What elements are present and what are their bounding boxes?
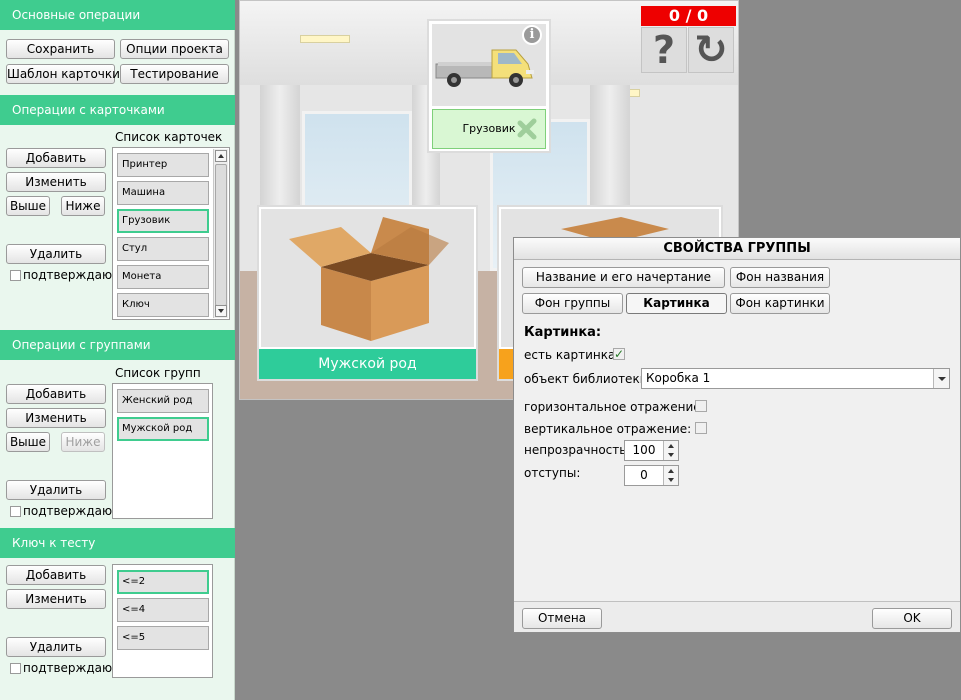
- group-edit-button[interactable]: Изменить: [6, 408, 106, 428]
- group-card-masculine[interactable]: Мужской род: [257, 205, 478, 381]
- margins-stepper[interactable]: 0: [624, 465, 679, 486]
- card-delete-button[interactable]: Удалить: [6, 244, 106, 264]
- card-ops-header: Операции с карточками: [0, 95, 235, 125]
- library-label: объект библиотеки:: [524, 372, 652, 386]
- group-delete-button[interactable]: Удалить: [6, 480, 106, 500]
- main-ops-header: Основные операции: [0, 0, 235, 30]
- vflip-label: вертикальное отражение:: [524, 422, 692, 436]
- library-value: Коробка 1: [646, 371, 711, 385]
- list-item[interactable]: Монета: [117, 265, 209, 289]
- dialog-title: СВОЙСТВА ГРУППЫ: [514, 238, 960, 260]
- section-title: Картинка:: [524, 325, 602, 340]
- list-item-selected[interactable]: Грузовик: [117, 209, 209, 233]
- card-caption-box: Грузовик: [432, 109, 546, 149]
- group-confirm-checkbox[interactable]: [10, 506, 21, 517]
- group-confirm-label: подтверждаю: [23, 504, 113, 518]
- chevron-down-icon[interactable]: [933, 369, 949, 388]
- ceiling-lamp: [300, 35, 350, 43]
- card-list[interactable]: Принтер Машина Грузовик Стул Монета Ключ: [112, 147, 230, 320]
- has-picture-label: есть картинка:: [524, 348, 620, 362]
- key-list[interactable]: <=2 <=4 <=5: [112, 564, 213, 678]
- library-select[interactable]: Коробка 1: [641, 368, 950, 389]
- tab-name-bg[interactable]: Фон названия: [730, 267, 830, 288]
- card-confirm-checkbox[interactable]: [10, 270, 21, 281]
- group-properties-dialog: СВОЙСТВА ГРУППЫ Название и его начертани…: [513, 237, 961, 633]
- card-up-button[interactable]: Выше: [6, 196, 50, 216]
- opacity-stepper[interactable]: 100: [624, 440, 679, 461]
- scroll-up-icon[interactable]: [215, 150, 227, 162]
- card-template-button[interactable]: Шаблон карточки: [6, 64, 120, 84]
- key-add-button[interactable]: Добавить: [6, 565, 106, 585]
- cross-mark-icon: [517, 118, 539, 140]
- margins-label: отступы:: [524, 466, 581, 480]
- group-caption: Мужской род: [259, 349, 476, 379]
- card-confirm-label: подтверждаю: [23, 268, 113, 282]
- opacity-label: непрозрачность:: [524, 443, 631, 457]
- card-edit-button[interactable]: Изменить: [6, 172, 106, 192]
- key-delete-button[interactable]: Удалить: [6, 637, 106, 657]
- group-up-button[interactable]: Выше: [6, 432, 50, 452]
- group-image: [261, 209, 474, 347]
- box-icon: [289, 217, 449, 341]
- card-truck[interactable]: i Грузовик: [427, 19, 551, 153]
- key-confirm-checkbox[interactable]: [10, 663, 21, 674]
- key-ops-header: Ключ к тесту: [0, 528, 235, 558]
- list-item[interactable]: Принтер: [117, 153, 209, 177]
- info-icon[interactable]: i: [522, 25, 542, 45]
- list-item[interactable]: Женский род: [117, 389, 209, 413]
- list-item[interactable]: Стул: [117, 237, 209, 261]
- group-list-title: Список групп: [115, 366, 201, 380]
- dialog-footer: Отмена OK: [514, 601, 960, 632]
- stepper-arrows-icon[interactable]: [663, 466, 678, 485]
- key-edit-button[interactable]: Изменить: [6, 589, 106, 609]
- left-panel: Основные операции Сохранить Опции проект…: [0, 0, 235, 700]
- hflip-label: горизонтальное отражение:: [524, 400, 705, 414]
- scroll-down-icon[interactable]: [215, 305, 227, 317]
- vflip-checkbox[interactable]: [695, 422, 707, 434]
- card-add-button[interactable]: Добавить: [6, 148, 106, 168]
- card-list-title: Список карточек: [115, 130, 223, 144]
- project-options-button[interactable]: Опции проекта: [120, 39, 229, 59]
- list-item[interactable]: Ключ: [117, 293, 209, 317]
- list-item[interactable]: <=4: [117, 598, 209, 622]
- group-list[interactable]: Женский род Мужской род: [112, 383, 213, 519]
- list-item[interactable]: Машина: [117, 181, 209, 205]
- hflip-checkbox[interactable]: [695, 400, 707, 412]
- list-item-selected[interactable]: <=2: [117, 570, 209, 594]
- score-display: 0 / 0: [641, 6, 736, 26]
- list-item-selected[interactable]: Мужской род: [117, 417, 209, 441]
- ok-button[interactable]: OK: [872, 608, 952, 629]
- tab-picture[interactable]: Картинка: [626, 293, 727, 314]
- card-down-button[interactable]: Ниже: [61, 196, 105, 216]
- opacity-value: 100: [632, 443, 656, 457]
- group-ops-header: Операции с группами: [0, 330, 235, 360]
- cancel-button[interactable]: Отмена: [522, 608, 602, 629]
- list-item[interactable]: <=5: [117, 626, 209, 650]
- group-down-button[interactable]: Ниже: [61, 432, 105, 452]
- help-button[interactable]: ?: [641, 27, 687, 73]
- testing-button[interactable]: Тестирование: [120, 64, 229, 84]
- tab-picture-bg[interactable]: Фон картинки: [730, 293, 830, 314]
- tab-group-bg[interactable]: Фон группы: [522, 293, 623, 314]
- reset-button[interactable]: ↻: [688, 27, 734, 73]
- save-button[interactable]: Сохранить: [6, 39, 115, 59]
- has-picture-checkbox[interactable]: ✓: [613, 348, 625, 360]
- margins-value: 0: [640, 468, 648, 482]
- scroll-thumb[interactable]: [215, 164, 227, 306]
- stepper-arrows-icon[interactable]: [663, 441, 678, 460]
- tab-name-style[interactable]: Название и его начертание: [522, 267, 725, 288]
- card-list-scrollbar[interactable]: [213, 149, 228, 318]
- group-add-button[interactable]: Добавить: [6, 384, 106, 404]
- key-confirm-label: подтверждаю: [23, 661, 113, 675]
